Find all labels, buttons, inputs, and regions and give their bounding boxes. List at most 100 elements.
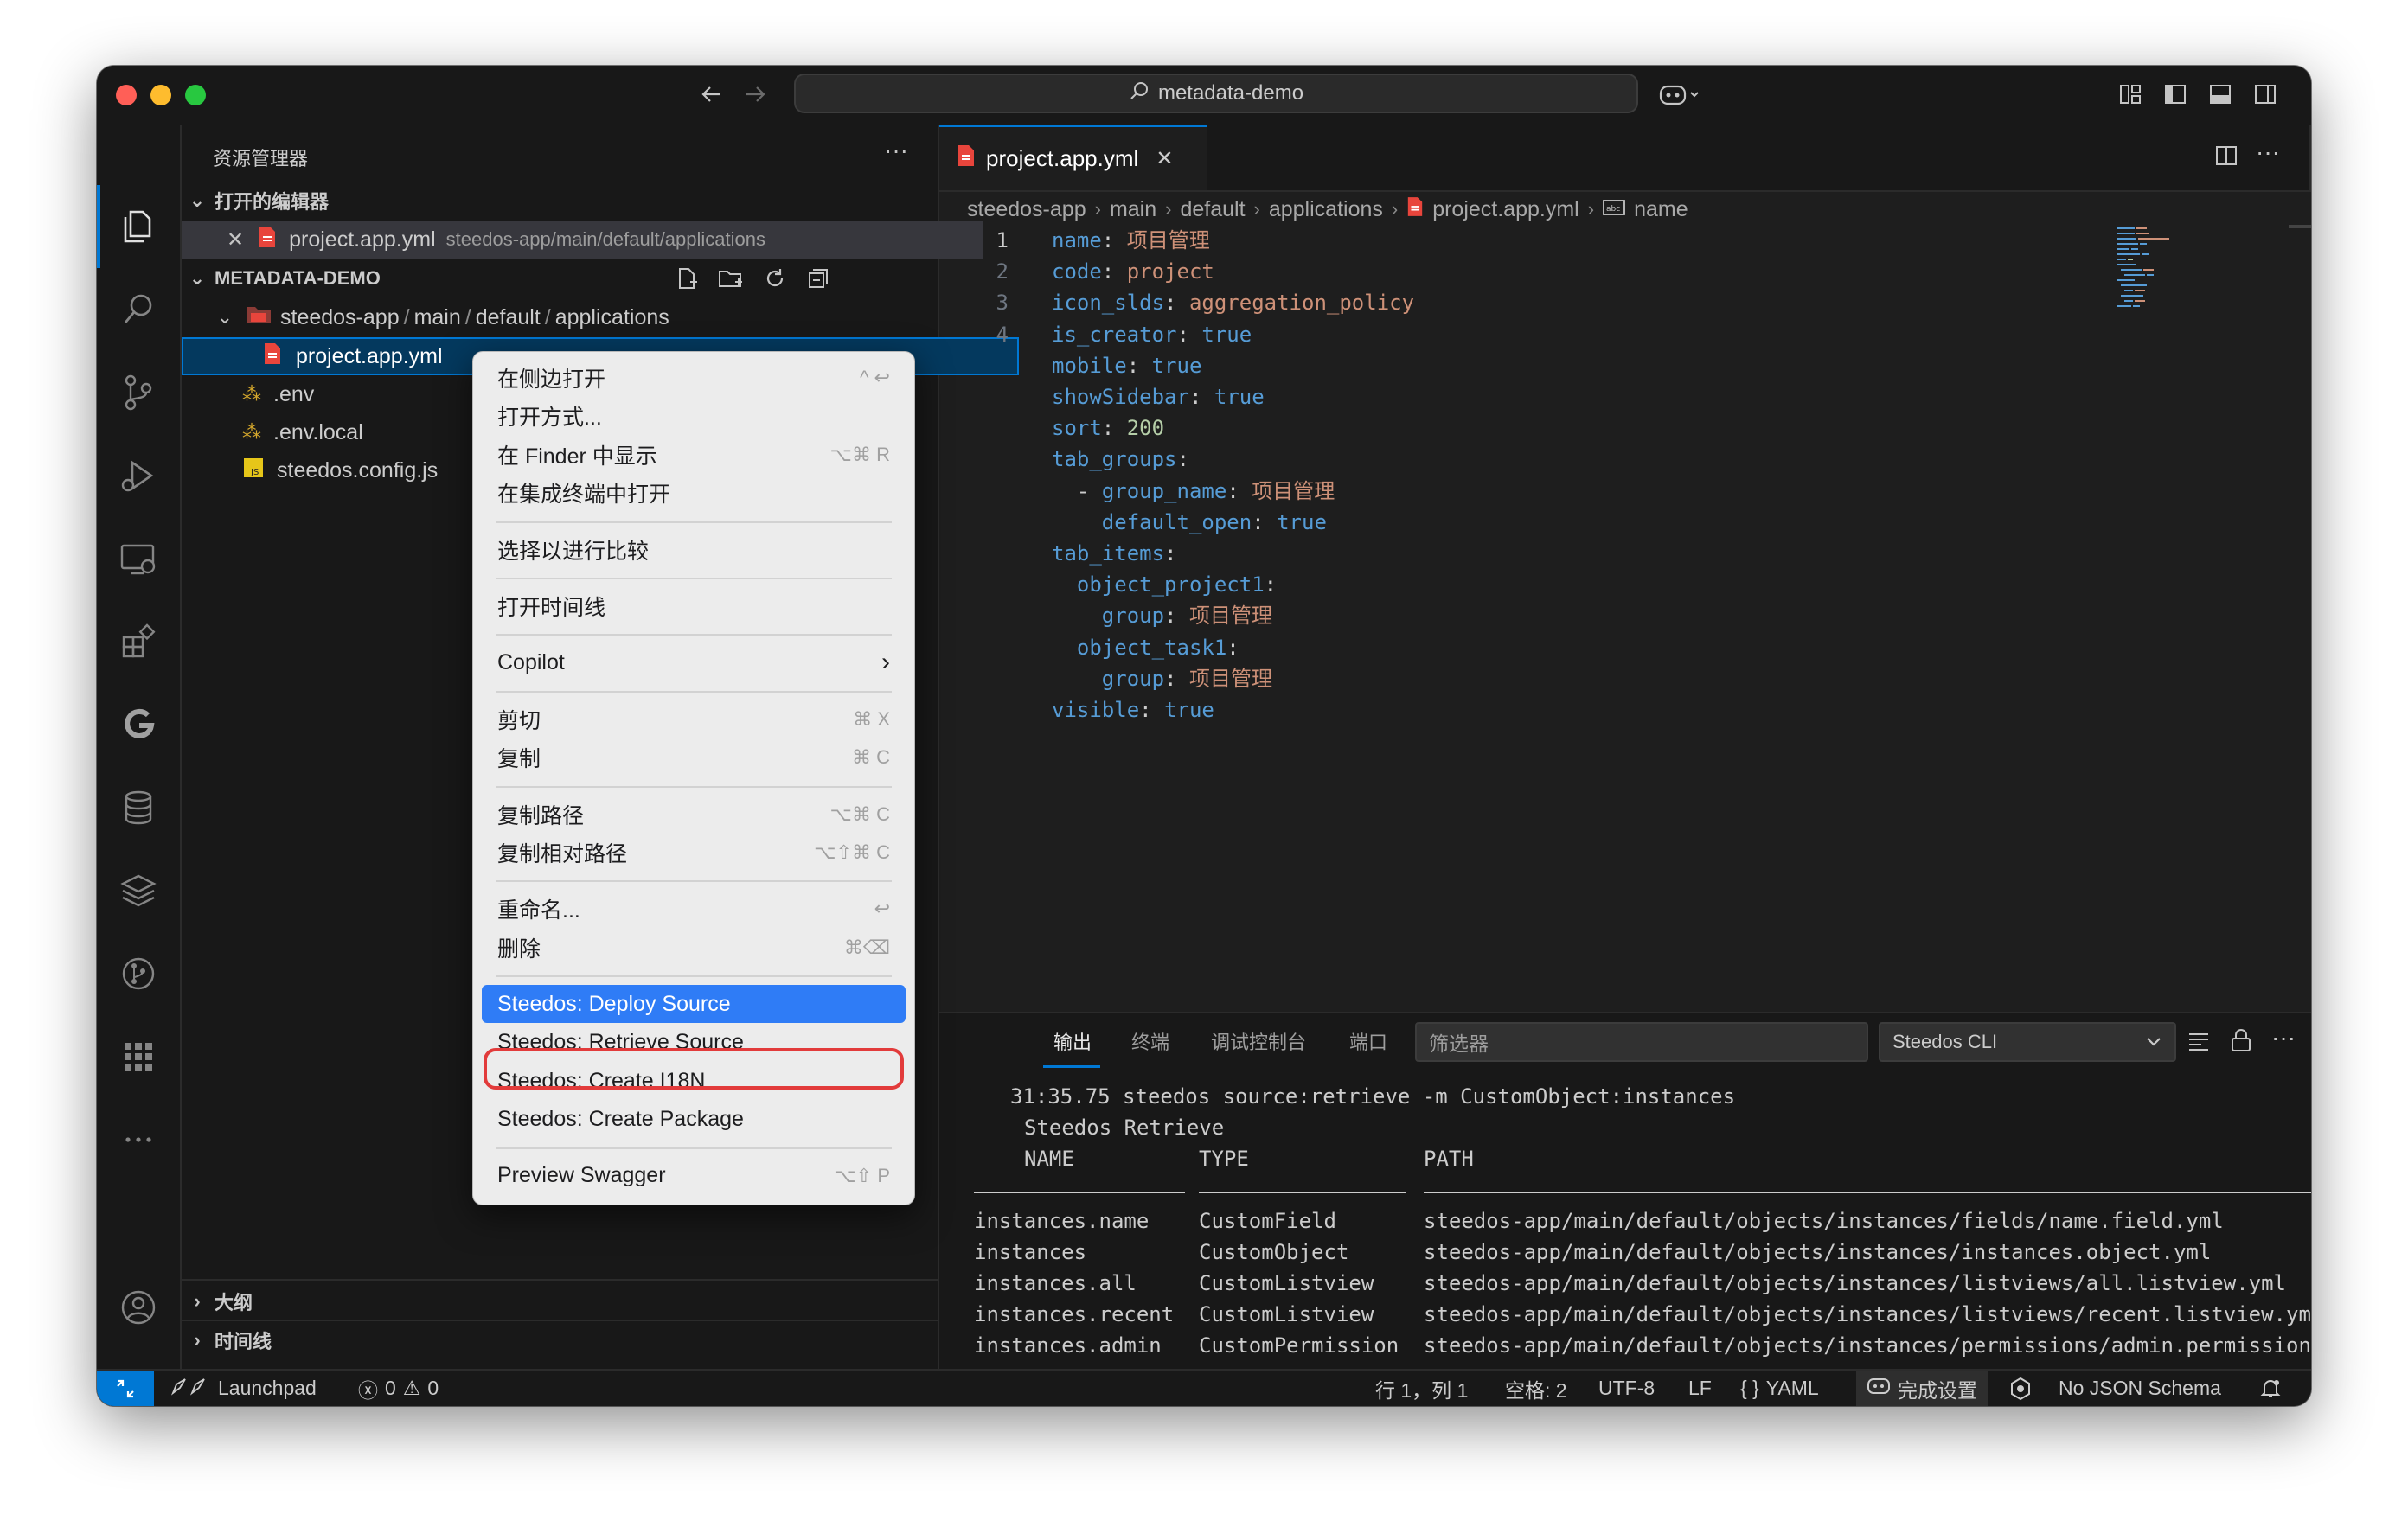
toggle-primary-sidebar-icon[interactable] [2161, 80, 2190, 109]
launchpad-status-item[interactable]: Launchpad [170, 1371, 317, 1406]
breadcrumb-folder-segment: steedos-app [280, 304, 400, 329]
explorer-icon[interactable] [97, 192, 180, 261]
panel-more-actions-icon[interactable]: ··· [2271, 1024, 2296, 1051]
eol-status[interactable]: LF [1688, 1371, 1712, 1406]
explorer-actions [675, 266, 830, 295]
word-wrap-list-icon[interactable] [2187, 1029, 2213, 1058]
chevron-right-icon: › [1165, 198, 1172, 220]
menu-item[interactable]: 剪切 ⌘ X [482, 700, 906, 738]
split-editor-icon[interactable] [2214, 144, 2238, 172]
menu-item[interactable]: 选择以进行比较 [482, 531, 906, 569]
menu-item[interactable]: 在集成终端中打开 [482, 474, 906, 512]
breadcrumb-item[interactable]: main [1110, 197, 1156, 222]
run-debug-icon[interactable] [97, 441, 180, 510]
breadcrumb-item[interactable]: default [1180, 197, 1245, 222]
menu-item[interactable]: 复制 ⌘ C [482, 738, 906, 777]
menu-item[interactable]: Steedos: Retrieve Source [482, 1024, 906, 1062]
toggle-panel-icon[interactable] [2206, 80, 2235, 109]
menu-item[interactable]: 在侧边打开 ^ ↩ [482, 359, 906, 397]
editor-scrollbar[interactable] [2289, 225, 2311, 228]
output-channel-select[interactable]: Steedos CLI [1879, 1022, 2176, 1062]
table-header-rule [1424, 1192, 2311, 1193]
json-schema-status[interactable]: No JSON Schema [2059, 1371, 2221, 1406]
copilot-menu-icon[interactable] [1654, 80, 1706, 109]
close-editor-icon[interactable]: ✕ [227, 227, 244, 252]
menu-item[interactable]: 在 Finder 中显示 ⌥⌘ R [482, 436, 906, 474]
menu-item[interactable]: Steedos: Create I18N [482, 1062, 906, 1100]
zoom-window-button[interactable] [185, 85, 206, 105]
menu-item[interactable]: 重命名... ↩ [482, 890, 906, 928]
lock-scroll-icon[interactable] [2230, 1027, 2252, 1058]
extensions-icon[interactable] [97, 607, 180, 676]
close-window-button[interactable] [116, 85, 137, 105]
collapse-all-icon[interactable] [806, 266, 830, 295]
breadcrumb-item[interactable]: steedos-app [967, 197, 1086, 222]
close-tab-icon[interactable]: ✕ [1156, 146, 1173, 171]
table-cell-name: instances.name [974, 1209, 1150, 1233]
menu-item[interactable]: 复制相对路径 ⌥⇧⌘ C [482, 834, 906, 872]
remote-indicator-icon[interactable] [97, 1371, 154, 1406]
breadcrumb-item[interactable]: name [1634, 197, 1688, 222]
menu-item[interactable]: Steedos: Create Package [482, 1100, 906, 1138]
menu-item[interactable]: 复制路径 ⌥⌘ C [482, 796, 906, 834]
forward-arrow-icon[interactable] [740, 80, 770, 109]
tab-debug-console[interactable]: 调试控制台 [1211, 1013, 1306, 1069]
more-views-icon[interactable] [97, 1105, 180, 1174]
indentation-status[interactable]: 空格: 2 [1505, 1371, 1567, 1406]
gitkraken-icon[interactable] [97, 690, 180, 759]
cursor-position[interactable]: 行 1，列 1 [1375, 1371, 1468, 1406]
command-center-search[interactable]: metadata-demo [794, 74, 1638, 113]
breadcrumb-item[interactable]: applications [1269, 197, 1383, 222]
customize-layout-icon[interactable] [2116, 80, 2145, 109]
menu-item-label: Copilot [497, 649, 565, 674]
chevron-down-icon: ⌄ [189, 189, 206, 211]
encoding-status[interactable]: UTF-8 [1598, 1371, 1655, 1406]
language-mode-status[interactable]: { } YAML [1740, 1371, 1819, 1406]
problems-status-item[interactable]: ⓧ 0 ⚠ 0 [358, 1371, 439, 1406]
database-icon[interactable] [97, 773, 180, 842]
rocket-icon [170, 1376, 211, 1402]
open-editors-header[interactable]: ⌄ 打开的编辑器 [182, 182, 943, 220]
search-icon[interactable] [97, 275, 180, 344]
back-arrow-icon[interactable] [697, 80, 727, 109]
tab-output[interactable]: 输出 [1054, 1013, 1092, 1069]
apps-grid-icon[interactable] [97, 1022, 180, 1091]
menu-item[interactable]: 删除 ⌘⌫ [482, 929, 906, 967]
menu-item[interactable]: Preview Swagger ⌥⇧ P [482, 1157, 906, 1195]
output-filter-input[interactable]: 筛选器 [1415, 1022, 1868, 1062]
menu-item[interactable]: 打开方式... [482, 397, 906, 435]
menu-item-deploy-source[interactable]: Steedos: Deploy Source [482, 985, 906, 1024]
editor-tab-active[interactable]: project.app.yml ✕ [939, 125, 1207, 190]
toggle-secondary-sidebar-icon[interactable] [2251, 80, 2280, 109]
new-file-icon[interactable] [675, 266, 699, 295]
tab-terminal[interactable]: 终端 [1131, 1013, 1169, 1069]
sidebar-more-actions-icon[interactable]: ··· [884, 137, 908, 164]
menu-item[interactable]: 打开时间线 [482, 587, 906, 625]
menu-item-shortcut: ⌘ X [853, 707, 890, 730]
accounts-icon[interactable] [97, 1273, 180, 1342]
code-editor[interactable]: 1 name: 项目管理 2 code: project 3 icon_slds: agg… [939, 225, 2202, 778]
git-graph-icon[interactable] [97, 939, 180, 1008]
breadcrumb-item[interactable]: project.app.yml [1432, 197, 1579, 222]
source-control-icon[interactable] [97, 358, 180, 427]
copilot-setup-status[interactable]: 完成设置 [1856, 1371, 1988, 1406]
output-content[interactable]: 31:35.75 steedos source:retrieve -m Cust… [939, 1069, 2311, 1371]
layers-icon[interactable] [97, 856, 180, 925]
menu-item[interactable]: Copilot › [482, 643, 906, 681]
notifications-bell-icon[interactable] [2259, 1371, 2282, 1406]
timeline-section-header[interactable]: › 时间线 [182, 1321, 943, 1359]
minimize-window-button[interactable] [150, 85, 171, 105]
folder-row-applications[interactable]: ⌄ steedos-app / main / default / applica… [182, 298, 970, 336]
refresh-icon[interactable] [763, 266, 787, 295]
table-cell-path: steedos-app/main/default/objects/instanc… [1424, 1302, 2311, 1326]
tab-ports[interactable]: 端口 [1349, 1013, 1387, 1069]
remote-explorer-icon[interactable] [97, 524, 180, 593]
env-file-icon: ⁂ [242, 383, 261, 405]
minimap[interactable] [2117, 225, 2187, 346]
copilot-status-icon[interactable] [2008, 1371, 2033, 1406]
outline-section-header[interactable]: › 大纲 [182, 1282, 943, 1320]
open-editor-item[interactable]: ✕ project.app.yml steedos-app/main/defau… [182, 221, 983, 259]
yaml-file-icon [263, 342, 282, 371]
editor-more-actions-icon[interactable]: ··· [2256, 138, 2280, 166]
new-folder-icon[interactable] [718, 266, 744, 295]
